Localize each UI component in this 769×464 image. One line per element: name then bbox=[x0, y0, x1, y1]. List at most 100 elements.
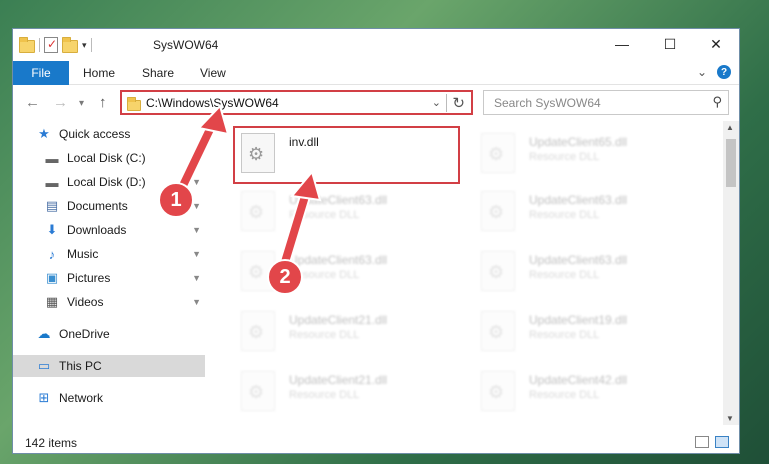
dll-file-icon bbox=[241, 191, 275, 231]
minimize-button[interactable]: — bbox=[599, 29, 645, 59]
navigation-pane: ★ Quick access ▬ Local Disk (C:) ▬ Local… bbox=[13, 123, 205, 423]
sidebar-item-videos[interactable]: ▦ Videos ▼ bbox=[13, 291, 205, 313]
file-name: UpdateClient63.dll bbox=[289, 253, 388, 267]
file-type: Resource DLL bbox=[529, 329, 600, 341]
download-icon: ⬇ bbox=[46, 222, 58, 237]
dll-file-icon bbox=[241, 311, 275, 351]
scroll-down-icon[interactable]: ▼ bbox=[726, 414, 734, 423]
divider bbox=[446, 94, 447, 112]
forward-arrow-icon[interactable]: → bbox=[53, 94, 68, 111]
music-icon: ♪ bbox=[48, 246, 56, 262]
pin-icon: ▼ bbox=[192, 297, 201, 307]
network-icon: ⊞ bbox=[38, 390, 50, 405]
file-name: UpdateClient65.dll bbox=[529, 135, 628, 149]
dll-file-icon bbox=[481, 133, 515, 173]
file-type: Resource DLL bbox=[289, 389, 360, 401]
scroll-up-icon[interactable]: ▲ bbox=[726, 123, 734, 132]
sidebar-item-downloads[interactable]: ⬇ Downloads ▼ bbox=[13, 219, 205, 241]
vertical-scrollbar[interactable]: ▲ ▼ bbox=[723, 121, 739, 425]
dll-file-icon bbox=[481, 251, 515, 291]
disk-icon: ▬ bbox=[45, 174, 59, 190]
step-2-badge: 2 bbox=[267, 259, 303, 295]
tab-file[interactable]: File bbox=[13, 61, 69, 85]
sidebar-item-label: Downloads bbox=[67, 223, 127, 237]
pin-icon: ▼ bbox=[192, 225, 201, 235]
address-bar[interactable]: C:\Windows\SysWOW64 ⌄ ↻ bbox=[120, 90, 473, 115]
search-input[interactable]: Search SysWOW64 ⚲ bbox=[483, 90, 729, 115]
file-type: Resource DLL bbox=[289, 329, 360, 341]
back-arrow-icon[interactable]: ← bbox=[25, 94, 40, 111]
sidebar-item-this-pc[interactable]: ▭ This PC bbox=[13, 355, 205, 377]
file-type: Resource DLL bbox=[529, 151, 600, 163]
help-icon[interactable]: ? bbox=[717, 65, 731, 79]
file-name: UpdateClient63.dll bbox=[289, 193, 388, 207]
computer-icon: ▭ bbox=[37, 358, 51, 373]
file-name: UpdateClient21.dll bbox=[289, 313, 388, 327]
file-item[interactable]: UpdateClient19.dll Resource DLL bbox=[475, 307, 705, 359]
documents-icon: ▤ bbox=[45, 198, 59, 213]
sidebar-item-pictures[interactable]: ▣ Pictures ▼ bbox=[13, 267, 205, 289]
divider bbox=[39, 38, 40, 52]
sidebar-item-label: OneDrive bbox=[59, 327, 110, 341]
file-item[interactable]: UpdateClient65.dll Resource DLL bbox=[475, 129, 705, 181]
file-name: UpdateClient42.dll bbox=[529, 373, 628, 387]
sidebar-item-label: This PC bbox=[59, 359, 102, 373]
search-icon[interactable]: ⚲ bbox=[712, 94, 722, 110]
details-view-icon[interactable] bbox=[695, 436, 709, 448]
sidebar-item-label: Local Disk (D:) bbox=[67, 175, 146, 189]
title-bar: ▾ SysWOW64 — ☐ ✕ bbox=[13, 29, 739, 61]
sidebar-item-network[interactable]: ⊞ Network bbox=[13, 387, 205, 409]
disk-icon: ▬ bbox=[45, 150, 59, 166]
sidebar-item-quick-access[interactable]: ★ Quick access bbox=[13, 123, 205, 145]
file-item[interactable]: UpdateClient42.dll Resource DLL bbox=[475, 367, 705, 419]
file-item[interactable]: UpdateClient21.dll Resource DLL bbox=[235, 367, 465, 419]
refresh-icon[interactable]: ↻ bbox=[452, 94, 465, 112]
folder-icon bbox=[19, 36, 35, 53]
file-explorer-window: ▾ SysWOW64 — ☐ ✕ File Home Share View ⌄ … bbox=[12, 28, 740, 454]
divider bbox=[90, 38, 92, 52]
new-folder-icon[interactable] bbox=[62, 36, 78, 53]
customize-toolbar-dropdown-icon[interactable]: ▾ bbox=[82, 40, 87, 51]
properties-icon[interactable] bbox=[44, 37, 58, 53]
file-item[interactable]: UpdateClient63.dll Resource DLL bbox=[475, 247, 705, 299]
pin-icon: ▼ bbox=[192, 249, 201, 259]
sidebar-item-label: Quick access bbox=[59, 127, 131, 141]
window-title: SysWOW64 bbox=[153, 38, 219, 52]
sidebar-item-music[interactable]: ♪ Music ▼ bbox=[13, 243, 205, 265]
cloud-icon: ☁ bbox=[37, 326, 51, 341]
close-button[interactable]: ✕ bbox=[693, 29, 739, 59]
expand-ribbon-icon[interactable]: ⌄ bbox=[697, 65, 707, 79]
sidebar-item-label: Videos bbox=[67, 295, 104, 309]
file-type: Resource DLL bbox=[529, 269, 600, 281]
file-item[interactable]: UpdateClient63.dll Resource DLL bbox=[475, 187, 705, 239]
navigation-bar: ← → ▾ ↑ C:\Windows\SysWOW64 ⌄ ↻ Search S… bbox=[13, 86, 739, 120]
pin-icon: ▼ bbox=[192, 273, 201, 283]
quick-access-toolbar: ▾ bbox=[19, 36, 92, 53]
tab-share[interactable]: Share bbox=[142, 66, 174, 80]
dll-file-icon bbox=[481, 371, 515, 411]
sidebar-item-onedrive[interactable]: ☁ OneDrive bbox=[13, 323, 205, 345]
dll-file-icon bbox=[241, 371, 275, 411]
recent-locations-icon[interactable]: ▾ bbox=[79, 98, 84, 109]
file-type: Resource DLL bbox=[529, 389, 600, 401]
ribbon-tabs: File Home Share View ⌄ ? bbox=[13, 61, 739, 85]
pictures-icon: ▣ bbox=[45, 270, 59, 285]
folder-icon bbox=[127, 97, 141, 111]
address-path[interactable]: C:\Windows\SysWOW64 bbox=[146, 96, 279, 110]
pin-icon: ▼ bbox=[192, 177, 201, 187]
file-name: UpdateClient19.dll bbox=[529, 313, 628, 327]
tab-home[interactable]: Home bbox=[83, 66, 115, 80]
up-arrow-icon[interactable]: ↑ bbox=[99, 94, 107, 111]
step-1-badge: 1 bbox=[158, 182, 194, 218]
file-name: UpdateClient63.dll bbox=[529, 253, 628, 267]
chevron-down-icon[interactable]: ⌄ bbox=[432, 96, 441, 109]
sidebar-item-label: Documents bbox=[67, 199, 128, 213]
sidebar-item-local-disk-c[interactable]: ▬ Local Disk (C:) bbox=[13, 147, 205, 169]
status-bar: 142 items bbox=[13, 431, 739, 453]
tab-view[interactable]: View bbox=[200, 66, 226, 80]
scroll-thumb[interactable] bbox=[726, 139, 736, 187]
large-icons-view-icon[interactable] bbox=[715, 436, 729, 448]
file-item[interactable]: UpdateClient63.dll Resource DLL bbox=[235, 187, 465, 239]
maximize-button[interactable]: ☐ bbox=[647, 29, 693, 59]
file-item[interactable]: UpdateClient21.dll Resource DLL bbox=[235, 307, 465, 359]
